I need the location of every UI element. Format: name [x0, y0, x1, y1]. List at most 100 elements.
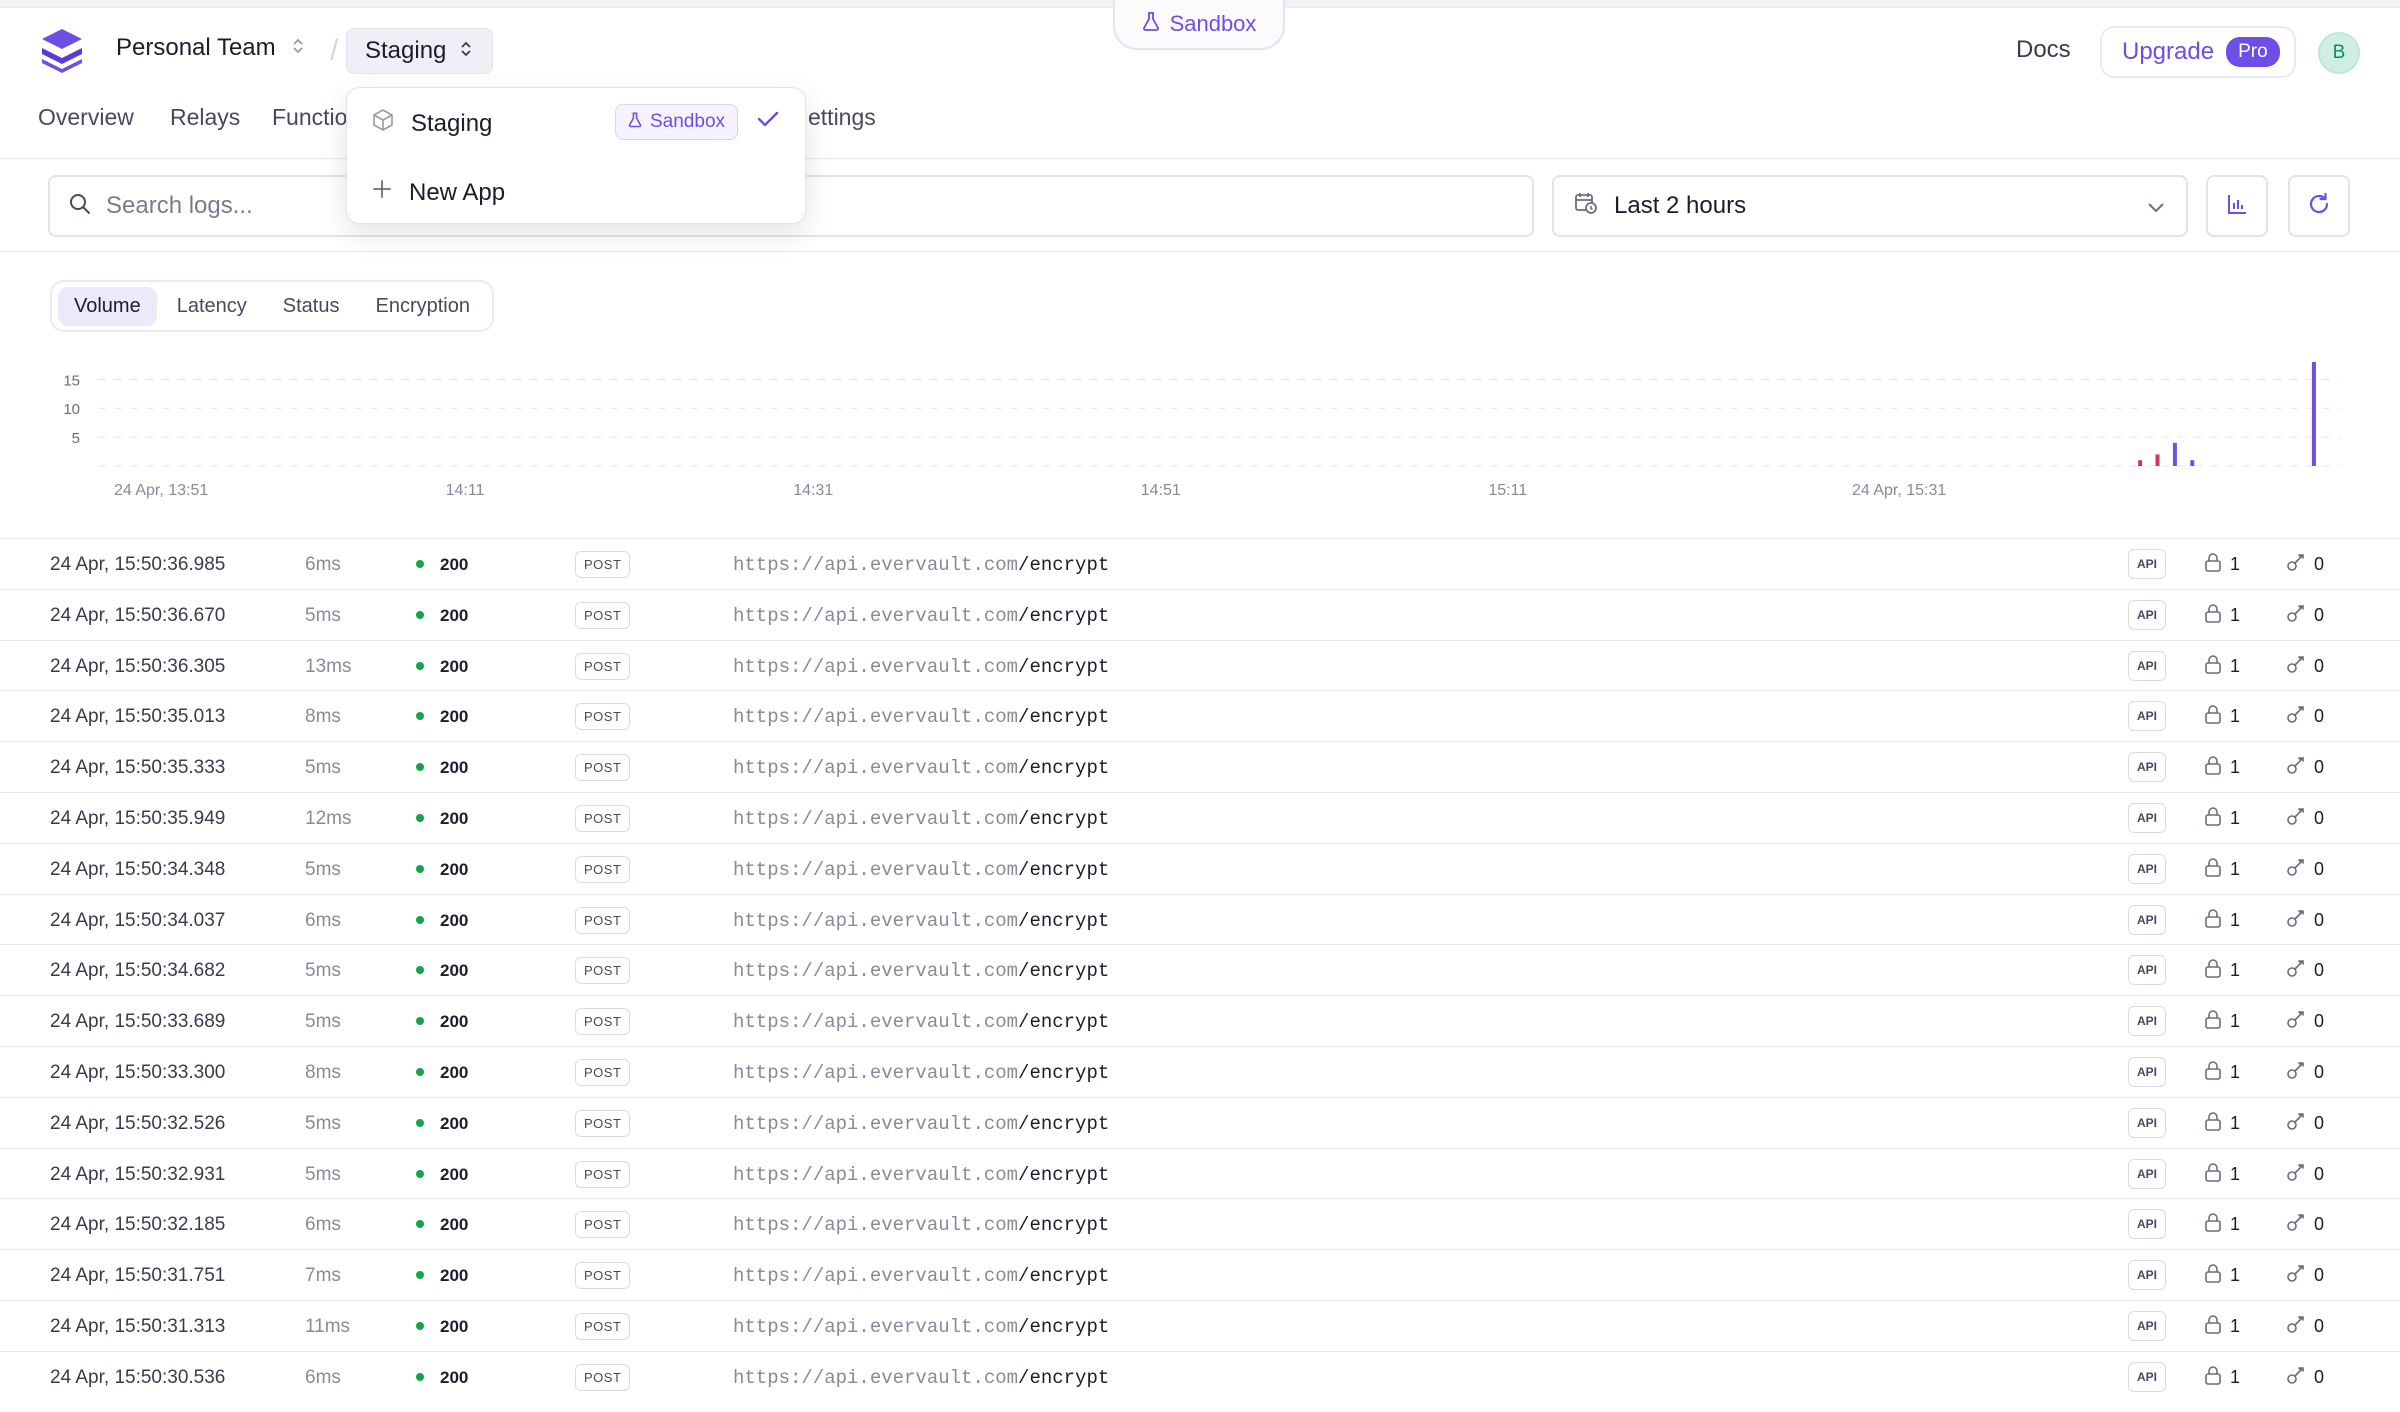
- table-row[interactable]: 24 Apr, 15:50:32.185 6ms 200 POST https://ap…: [0, 1198, 2400, 1249]
- chart-bar[interactable]: [2190, 460, 2195, 466]
- encrypted-count: 1: [2204, 704, 2240, 729]
- lock-icon: [2204, 552, 2222, 577]
- table-row[interactable]: 24 Apr, 15:50:30.536 6ms 200 POST https://ap…: [0, 1350, 2400, 1402]
- table-row[interactable]: 24 Apr, 15:50:33.300 8ms 200 POST https://ap…: [0, 1045, 2400, 1097]
- encrypted-count-value: 1: [2230, 960, 2241, 981]
- status-dot-icon: [416, 1271, 424, 1280]
- refresh-button[interactable]: [2288, 175, 2350, 237]
- chart-toggle-button[interactable]: [2206, 175, 2268, 237]
- upgrade-button[interactable]: Upgrade Pro: [2100, 26, 2296, 78]
- log-latency: 11ms: [305, 1315, 351, 1337]
- log-latency: 6ms: [305, 1366, 341, 1388]
- app-switcher[interactable]: Staging: [346, 28, 494, 74]
- lock-icon: [2204, 1009, 2222, 1034]
- table-row[interactable]: 24 Apr, 15:50:36.670 5ms 200 POST https://ap…: [0, 588, 2400, 640]
- table-row[interactable]: 24 Apr, 15:50:34.682 5ms 200 POST https://ap…: [0, 944, 2400, 995]
- avatar[interactable]: B: [2318, 32, 2360, 74]
- decrypted-count: 0: [2286, 603, 2324, 628]
- tab-encryption[interactable]: Encryption: [359, 287, 486, 326]
- log-source-badge: API: [2128, 549, 2167, 579]
- log-method-badge: POST: [575, 754, 631, 782]
- nav-item-overview[interactable]: Overview: [38, 104, 134, 131]
- decrypted-count: 0: [2286, 1212, 2324, 1237]
- decrypted-count-value: 0: [2314, 757, 2325, 778]
- new-app-button[interactable]: New App: [371, 178, 505, 207]
- nav-item-functions[interactable]: Functio: [272, 104, 347, 131]
- logo-icon[interactable]: [38, 26, 88, 76]
- upgrade-label: Upgrade: [2122, 38, 2215, 65]
- table-row[interactable]: 24 Apr, 15:50:35.333 5ms 200 POST https://ap…: [0, 741, 2400, 792]
- table-row[interactable]: 24 Apr, 15:50:32.931 5ms 200 POST https://ap…: [0, 1147, 2400, 1199]
- dropdown-item-staging[interactable]: Staging: [371, 108, 492, 139]
- nav-item-relays[interactable]: Relays: [170, 104, 240, 131]
- log-url: https://api.evervault.com/encrypt: [733, 910, 1109, 932]
- tab-status[interactable]: Status: [267, 287, 356, 326]
- table-row[interactable]: 24 Apr, 15:50:35.013 8ms 200 POST https://ap…: [0, 690, 2400, 741]
- table-row[interactable]: 24 Apr, 15:50:33.689 5ms 200 POST https://ap…: [0, 995, 2400, 1046]
- time-range-value: Last 2 hours: [1614, 192, 1747, 219]
- log-status-code: 200: [440, 758, 469, 778]
- log-method-badge: POST: [575, 1109, 631, 1137]
- log-method-badge: POST: [575, 1160, 631, 1188]
- nav-item-settings[interactable]: ettings: [808, 104, 876, 131]
- log-url-path: /encrypt: [1018, 1366, 1110, 1389]
- table-row[interactable]: 24 Apr, 15:50:34.037 6ms 200 POST https://ap…: [0, 893, 2400, 945]
- chart-bar[interactable]: [2155, 454, 2160, 466]
- decrypted-count-value: 0: [2314, 807, 2325, 828]
- log-status-code: 200: [440, 1113, 469, 1133]
- log-method-badge: POST: [575, 1363, 631, 1391]
- table-row[interactable]: 24 Apr, 15:50:31.751 7ms 200 POST https://ap…: [0, 1249, 2400, 1300]
- log-url: https://api.evervault.com/encrypt: [733, 1316, 1109, 1338]
- pro-badge: Pro: [2226, 37, 2280, 67]
- chart-bar[interactable]: [2138, 460, 2143, 466]
- encrypted-count-value: 1: [2230, 807, 2241, 828]
- encrypted-count-value: 1: [2230, 1061, 2241, 1082]
- log-url-path: /encrypt: [1018, 1061, 1110, 1084]
- decrypted-count: 0: [2286, 1009, 2324, 1034]
- log-url-path: /encrypt: [1018, 1265, 1110, 1288]
- key-icon: [2286, 1162, 2306, 1187]
- encrypted-count-value: 1: [2230, 706, 2241, 727]
- chevron-updown-icon: [460, 37, 472, 65]
- chart-bar[interactable]: [2311, 362, 2316, 466]
- log-url: https://api.evervault.com/encrypt: [733, 605, 1109, 627]
- table-row[interactable]: 24 Apr, 15:50:32.526 5ms 200 POST https://ap…: [0, 1096, 2400, 1148]
- time-range-select[interactable]: Last 2 hours: [1552, 175, 2188, 237]
- team-switcher[interactable]: Personal Team: [116, 34, 304, 62]
- log-status-code: 200: [440, 859, 469, 879]
- x-tick-label: 24 Apr, 15:31: [1852, 482, 1946, 499]
- lock-icon: [2204, 1314, 2222, 1339]
- encrypted-count-value: 1: [2230, 909, 2241, 930]
- decrypted-count-value: 0: [2314, 858, 2325, 879]
- encrypted-count-value: 1: [2230, 1366, 2241, 1387]
- decrypted-count: 0: [2286, 1111, 2324, 1136]
- table-row[interactable]: 24 Apr, 15:50:31.313 11ms 200 POST https://a…: [0, 1299, 2400, 1351]
- log-url: https://api.evervault.com/encrypt: [733, 706, 1109, 728]
- table-row[interactable]: 24 Apr, 15:50:36.985 6ms 200 POST https://ap…: [0, 538, 2400, 589]
- log-timestamp: 24 Apr, 15:50:32.185: [50, 1214, 226, 1236]
- key-icon: [2286, 908, 2306, 933]
- log-status-code: 200: [440, 961, 469, 981]
- log-status-code: 200: [440, 1062, 469, 1082]
- log-source-badge: API: [2128, 599, 2167, 630]
- decrypted-count: 0: [2286, 958, 2324, 983]
- key-icon: [2286, 1365, 2306, 1390]
- log-method-badge: POST: [575, 804, 631, 832]
- decrypted-count: 0: [2286, 1314, 2324, 1339]
- key-icon: [2286, 1263, 2306, 1288]
- app-name: Staging: [365, 37, 447, 64]
- chart-metric-tabs: Volume Latency Status Encryption: [50, 280, 494, 332]
- lock-icon: [2204, 958, 2222, 983]
- header: Personal Team / Staging Docs Upgrade Pro…: [0, 8, 2400, 96]
- search-icon: [68, 192, 92, 221]
- log-url: https://api.evervault.com/encrypt: [733, 1062, 1109, 1084]
- table-row[interactable]: 24 Apr, 15:50:35.949 12ms 200 POST https://a…: [0, 791, 2400, 843]
- chart-bar[interactable]: [2172, 442, 2177, 466]
- lock-icon: [2204, 1365, 2222, 1390]
- decrypted-count: 0: [2286, 1365, 2324, 1390]
- table-row[interactable]: 24 Apr, 15:50:34.348 5ms 200 POST https://ap…: [0, 842, 2400, 894]
- tab-volume[interactable]: Volume: [58, 286, 157, 326]
- tab-latency[interactable]: Latency: [161, 287, 263, 326]
- docs-link[interactable]: Docs: [2016, 36, 2071, 64]
- table-row[interactable]: 24 Apr, 15:50:36.305 13ms 200 POST https://a…: [0, 639, 2400, 691]
